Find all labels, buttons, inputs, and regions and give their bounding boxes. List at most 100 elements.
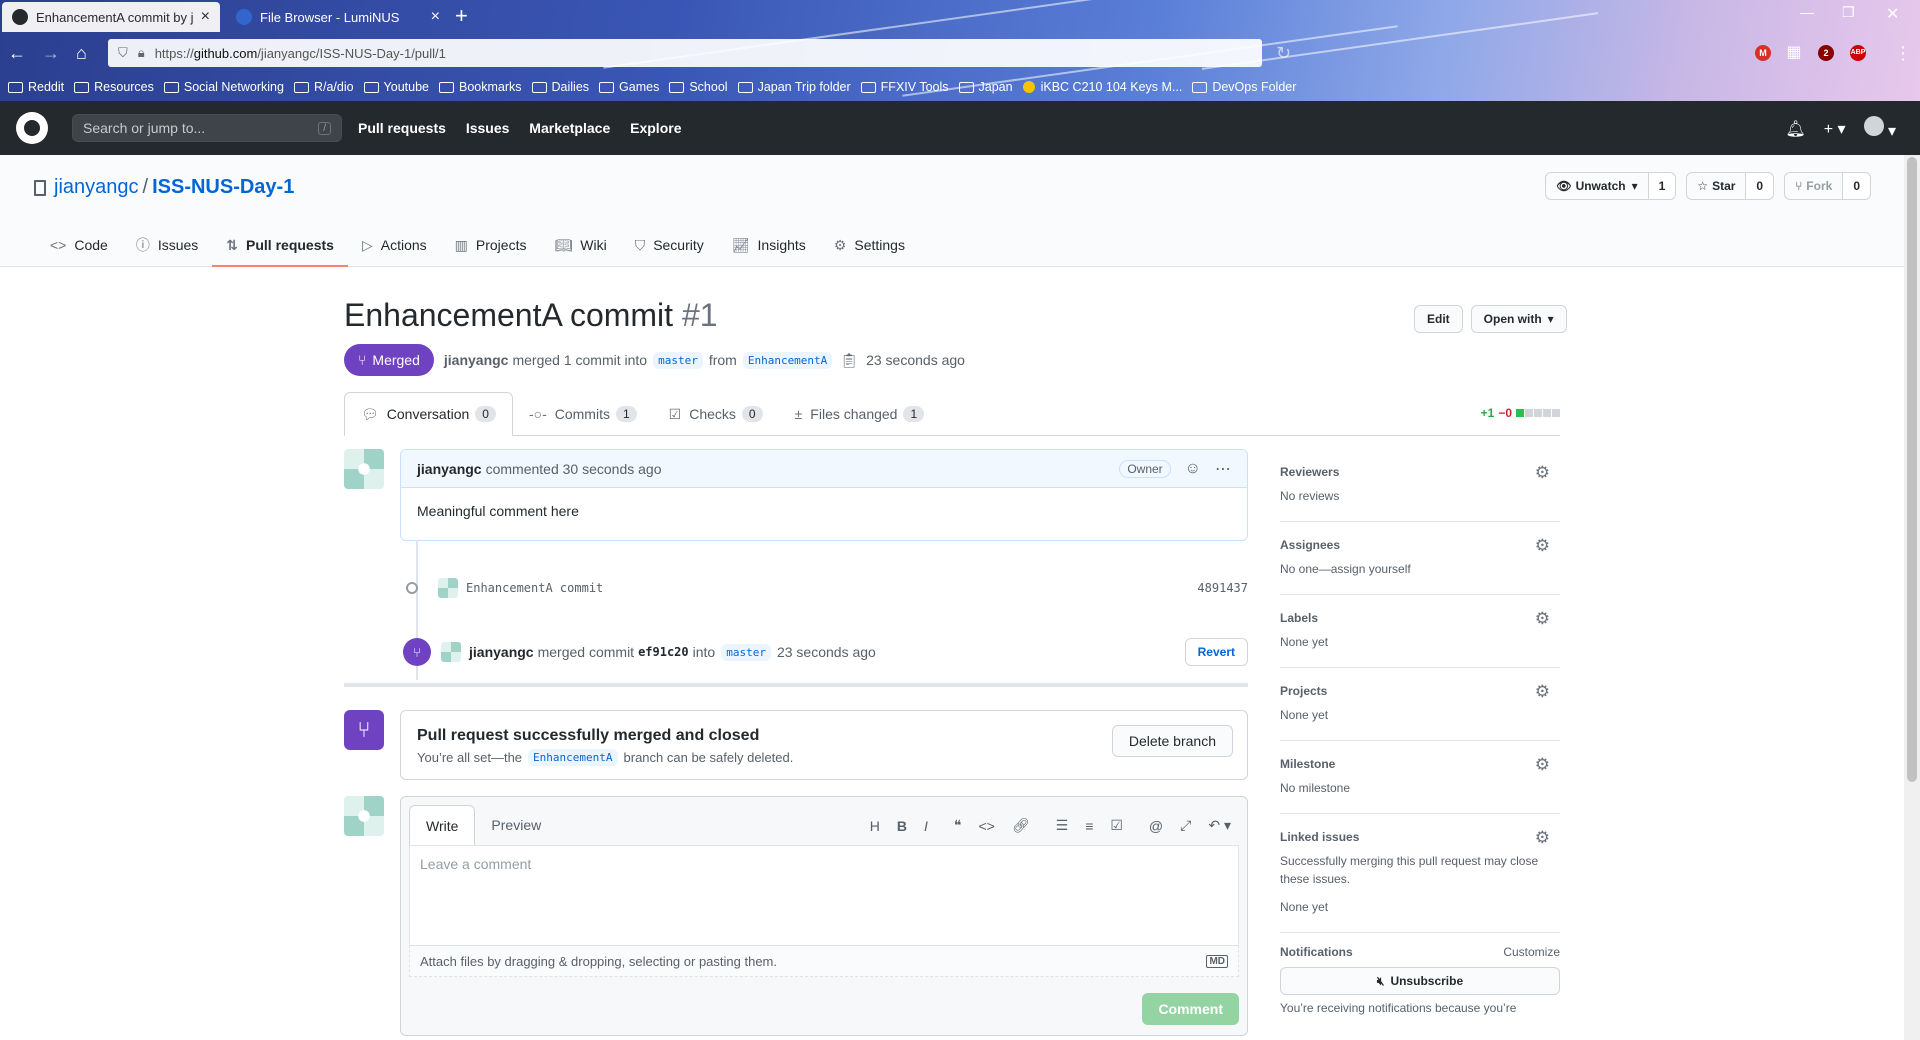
- plus-dropdown-icon[interactable]: + ▾: [1824, 119, 1846, 139]
- sidebar-heading[interactable]: Milestone: [1280, 757, 1560, 771]
- tab-wiki[interactable]: 📖︎ Wiki: [540, 225, 620, 267]
- bookmark-ffxiv[interactable]: FFXIV Tools: [860, 80, 949, 94]
- avatar[interactable]: [344, 449, 384, 489]
- home-icon[interactable]: ⌂: [76, 42, 87, 64]
- comment-button[interactable]: Comment: [1142, 993, 1239, 1025]
- commit-sha-link[interactable]: 4891437: [1197, 581, 1248, 595]
- bookmark-japan[interactable]: Japan: [958, 80, 1013, 94]
- apps-grid-icon[interactable]: ▦: [1786, 45, 1802, 61]
- bookmark-reddit[interactable]: Reddit: [8, 80, 64, 94]
- bookmark-games[interactable]: Games: [599, 80, 659, 94]
- sidebar-value[interactable]: No one—assign yourself: [1280, 560, 1560, 578]
- bold-icon[interactable]: B: [897, 818, 907, 834]
- fork-count[interactable]: 0: [1843, 172, 1871, 200]
- gmail-extension-icon[interactable]: M: [1755, 45, 1771, 61]
- browser-tab-github[interactable]: EnhancementA commit by jian ×: [2, 2, 220, 32]
- cross-reference-icon[interactable]: ⤢: [1180, 817, 1191, 834]
- comment-timestamp[interactable]: commented 30 seconds ago: [486, 461, 662, 477]
- repo-owner-link[interactable]: jianyangc: [54, 176, 139, 199]
- close-tab-icon[interactable]: ×: [201, 8, 210, 26]
- restore-icon[interactable]: ❐: [1842, 4, 1855, 21]
- tab-commits[interactable]: -○- Commits 1: [513, 392, 653, 436]
- task-list-icon[interactable]: ☑: [1110, 817, 1123, 834]
- close-tab-icon[interactable]: ×: [431, 8, 440, 26]
- fork-button[interactable]: ⑂ Fork: [1784, 172, 1844, 200]
- bookmark-dailies[interactable]: Dailies: [531, 80, 589, 94]
- ublock-extension-icon[interactable]: 2: [1818, 45, 1834, 61]
- revert-button[interactable]: Revert: [1184, 638, 1248, 666]
- open-with-button[interactable]: Open with ▾: [1470, 305, 1567, 333]
- back-icon[interactable]: ←: [8, 42, 26, 64]
- tab-issues[interactable]: ⓘ Issues: [122, 225, 212, 267]
- star-button[interactable]: ☆ Star: [1686, 172, 1747, 200]
- commit-message-link[interactable]: EnhancementA commit: [466, 581, 603, 595]
- sidebar-heading[interactable]: Labels: [1280, 611, 1560, 625]
- edit-button[interactable]: Edit: [1414, 305, 1463, 333]
- tab-security[interactable]: ⛉ Security: [621, 225, 718, 267]
- code-icon[interactable]: <>: [978, 818, 994, 834]
- merge-sha-link[interactable]: ef91c20: [638, 645, 689, 659]
- pr-author-link[interactable]: jianyangc: [444, 352, 509, 368]
- page-scrollbar[interactable]: [1904, 155, 1920, 1040]
- base-branch-label[interactable]: master: [653, 351, 703, 369]
- bookmark-school[interactable]: School: [669, 80, 728, 94]
- base-branch-label[interactable]: master: [721, 643, 771, 661]
- reply-icon[interactable]: ↶ ▾: [1208, 817, 1231, 834]
- head-branch-label[interactable]: EnhancementA: [528, 749, 618, 766]
- attach-files-area[interactable]: Attach files by dragging & dropping, sel…: [409, 945, 1239, 977]
- tab-write[interactable]: Write: [409, 805, 476, 845]
- new-tab-icon[interactable]: +: [455, 3, 468, 29]
- bell-icon[interactable]: 🔔︎: [1785, 119, 1805, 139]
- forward-icon[interactable]: →: [42, 42, 60, 64]
- tab-settings[interactable]: ⚙ Settings: [820, 225, 919, 267]
- markdown-icon[interactable]: MD: [1206, 954, 1228, 968]
- merge-author-link[interactable]: jianyangc: [469, 644, 534, 660]
- numbered-list-icon[interactable]: ≡: [1085, 818, 1093, 834]
- customize-link[interactable]: Customize: [1503, 945, 1560, 959]
- sidebar-heading[interactable]: Assignees: [1280, 538, 1560, 552]
- tab-conversation[interactable]: 💬︎ Conversation 0: [344, 392, 513, 436]
- quote-icon[interactable]: ❝: [954, 817, 962, 834]
- gear-icon[interactable]: ⚙: [1535, 828, 1550, 848]
- comment-textarea[interactable]: Leave a comment: [409, 845, 1239, 945]
- merge-timestamp[interactable]: 23 seconds ago: [777, 644, 876, 660]
- avatar[interactable]: [438, 578, 458, 598]
- bookmark-social[interactable]: Social Networking: [163, 80, 284, 94]
- heading-icon[interactable]: H: [870, 818, 880, 834]
- bookmark-ikbc[interactable]: iKBC C210 104 Keys M...: [1022, 80, 1182, 94]
- nav-pull-requests[interactable]: Pull requests: [358, 120, 446, 136]
- nav-explore[interactable]: Explore: [630, 120, 681, 136]
- head-branch-label[interactable]: EnhancementA: [742, 351, 833, 369]
- bulleted-list-icon[interactable]: ☰: [1056, 817, 1069, 834]
- reload-icon[interactable]: ↻: [1276, 42, 1291, 64]
- user-menu[interactable]: ▾: [1863, 116, 1896, 141]
- italic-icon[interactable]: I: [924, 818, 928, 834]
- gear-icon[interactable]: ⚙: [1535, 536, 1550, 556]
- sidebar-heading[interactable]: Linked issues: [1280, 830, 1560, 844]
- gear-icon[interactable]: ⚙: [1535, 755, 1550, 775]
- sidebar-heading[interactable]: Projects: [1280, 684, 1560, 698]
- tab-checks[interactable]: ☑ Checks 0: [653, 392, 779, 436]
- bookmark-japan-trip[interactable]: Japan Trip folder: [737, 80, 851, 94]
- mention-icon[interactable]: @: [1149, 818, 1163, 834]
- browser-tab-luminus[interactable]: File Browser - LumiNUS ×: [226, 2, 450, 32]
- bookmark-devops[interactable]: DevOps Folder: [1192, 80, 1296, 94]
- gear-icon[interactable]: ⚙: [1535, 609, 1550, 629]
- tab-actions[interactable]: ▷ Actions: [348, 225, 441, 267]
- unwatch-button[interactable]: 👁︎ Unwatch ▾: [1545, 172, 1649, 200]
- adblock-extension-icon[interactable]: ABP: [1850, 45, 1866, 61]
- menu-icon[interactable]: ⋮: [1894, 42, 1912, 64]
- tab-projects[interactable]: ▥ Projects: [441, 225, 541, 267]
- comment-author-link[interactable]: jianyangc: [417, 461, 482, 477]
- watch-count[interactable]: 1: [1648, 172, 1677, 200]
- sidebar-heading[interactable]: Reviewers: [1280, 465, 1560, 479]
- tab-insights[interactable]: 📈︎ Insights: [718, 225, 820, 267]
- tab-preview[interactable]: Preview: [475, 805, 557, 845]
- delete-branch-button[interactable]: Delete branch: [1111, 725, 1233, 757]
- gear-icon[interactable]: ⚙: [1535, 463, 1550, 483]
- kebab-menu-icon[interactable]: ⋯: [1215, 459, 1231, 479]
- close-window-icon[interactable]: ✕: [1886, 4, 1899, 24]
- tab-code[interactable]: <> Code: [36, 225, 122, 267]
- bookmark-resources[interactable]: Resources: [74, 80, 154, 94]
- minimize-icon[interactable]: —: [1800, 4, 1814, 20]
